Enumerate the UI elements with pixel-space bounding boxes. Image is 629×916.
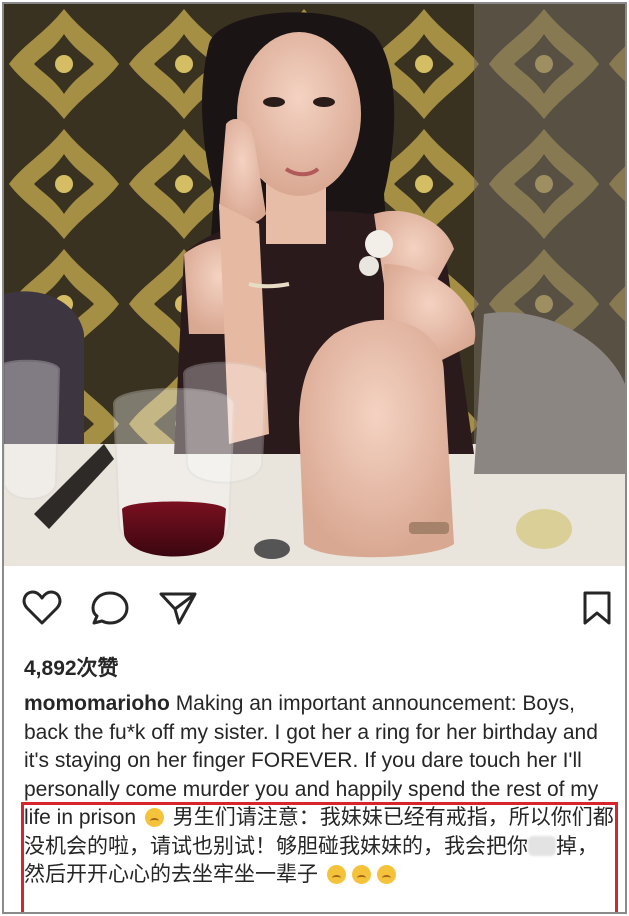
upside-down-face-emoji-icon (376, 865, 396, 884)
post-caption: momomarioho Making an important announce… (24, 690, 614, 890)
upside-down-face-emoji-icon (326, 865, 346, 884)
instagram-post-card: 4,892次赞 momomarioho Making an important … (2, 2, 627, 914)
censored-blur-icon (528, 835, 556, 856)
post-action-bar (4, 586, 625, 632)
bookmark-icon[interactable] (582, 590, 612, 626)
photo-illustration (4, 4, 625, 566)
send-paper-plane-icon[interactable] (158, 590, 198, 626)
heart-icon[interactable] (22, 590, 62, 626)
upside-down-face-emoji-icon (144, 808, 164, 827)
post-username[interactable]: momomarioho (24, 692, 170, 715)
upside-down-face-emoji-icon (351, 865, 371, 884)
comment-bubble-icon[interactable] (90, 590, 130, 626)
post-photo[interactable] (4, 4, 625, 566)
like-count[interactable]: 4,892次赞 (24, 652, 119, 682)
